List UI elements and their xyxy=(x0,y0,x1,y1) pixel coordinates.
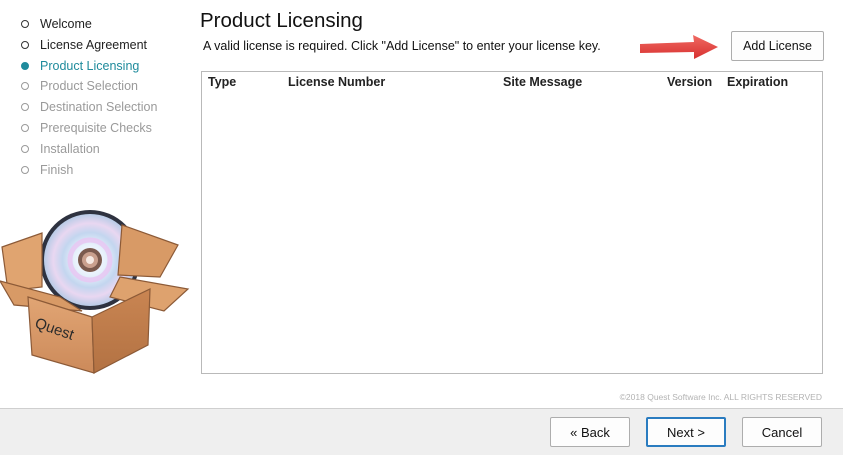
add-license-button[interactable]: Add License xyxy=(731,31,824,61)
copyright-notice: ©2018 Quest Software Inc. ALL RIGHTS RES… xyxy=(619,392,822,402)
step-label: Welcome xyxy=(40,17,92,31)
step-status-icon xyxy=(21,61,29,70)
step-status-icon xyxy=(21,123,29,132)
column-header-site-message[interactable]: Site Message xyxy=(503,75,582,89)
step-label: Destination Selection xyxy=(40,100,158,115)
step-product-selection: Product Selection xyxy=(0,76,190,97)
column-header-version[interactable]: Version xyxy=(667,75,712,89)
product-box-icon: Quest xyxy=(0,210,190,374)
step-label: Product Licensing xyxy=(40,58,140,73)
step-label: Prerequisite Checks xyxy=(40,120,152,135)
wizard-footer: « Back Next > Cancel xyxy=(0,408,843,455)
step-label: License Agreement xyxy=(40,37,148,52)
page-title: Product Licensing xyxy=(200,9,363,32)
step-installation: Installation xyxy=(0,139,190,160)
cancel-button[interactable]: Cancel xyxy=(742,417,822,447)
step-welcome: Welcome xyxy=(0,14,190,35)
column-header-license-number[interactable]: License Number xyxy=(288,75,385,89)
step-status-icon xyxy=(21,20,29,28)
step-label: Finish xyxy=(40,162,74,177)
next-button[interactable]: Next > xyxy=(646,417,726,447)
back-button[interactable]: « Back xyxy=(550,417,630,447)
step-prerequisite-checks: Prerequisite Checks xyxy=(0,118,190,139)
step-status-icon xyxy=(21,40,29,49)
page-description: A valid license is required. Click "Add … xyxy=(203,39,601,53)
step-finish: Finish xyxy=(0,160,190,181)
step-status-icon xyxy=(21,103,29,112)
step-license-agreement: License Agreement xyxy=(0,35,190,56)
column-header-type[interactable]: Type xyxy=(208,75,236,89)
step-destination-selection: Destination Selection xyxy=(0,97,190,118)
step-status-icon xyxy=(21,165,29,174)
step-label: Product Selection xyxy=(40,79,138,94)
pointer-arrow-icon xyxy=(640,35,718,59)
license-table: Type License Number Site Message Version… xyxy=(201,71,823,374)
installer-wizard: Welcome License Agreement Product Licens… xyxy=(0,0,843,455)
step-status-icon xyxy=(21,82,29,91)
step-status-icon xyxy=(21,144,29,153)
table-header: Type License Number Site Message Version… xyxy=(202,72,822,94)
column-header-expiration[interactable]: Expiration xyxy=(727,75,788,89)
wizard-steps: Welcome License Agreement Product Licens… xyxy=(0,14,190,180)
step-product-licensing: Product Licensing xyxy=(0,56,190,77)
step-label: Installation xyxy=(40,141,100,156)
